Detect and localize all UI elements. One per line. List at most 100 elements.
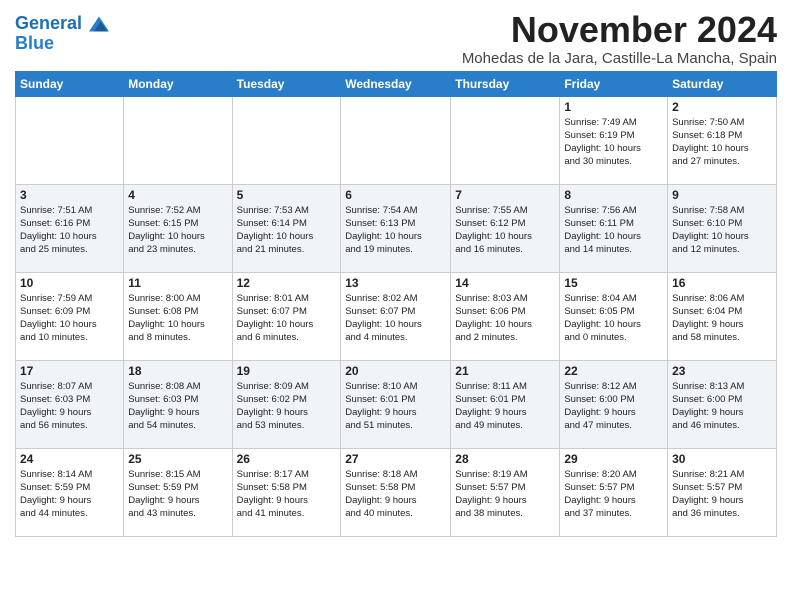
day-info: Sunrise: 7:58 AM Sunset: 6:10 PM Dayligh… bbox=[672, 204, 772, 257]
calendar-cell: 28 Sunrise: 8:19 AM Sunset: 5:57 PM Dayli… bbox=[451, 448, 560, 536]
day-info: Sunrise: 8:21 AM Sunset: 5:57 PM Dayligh… bbox=[672, 468, 772, 521]
calendar-table: SundayMondayTuesdayWednesdayThursdayFrid… bbox=[15, 71, 777, 537]
day-info: Sunrise: 8:04 AM Sunset: 6:05 PM Dayligh… bbox=[564, 292, 663, 345]
calendar-cell bbox=[124, 96, 232, 184]
day-number: 7 bbox=[455, 188, 555, 202]
logo-blue-text: Blue bbox=[15, 34, 109, 54]
calendar-cell bbox=[232, 96, 341, 184]
calendar-cell: 25 Sunrise: 8:15 AM Sunset: 5:59 PM Dayli… bbox=[124, 448, 232, 536]
day-number: 5 bbox=[237, 188, 337, 202]
page-header: General Blue November 2024 Mohedas de la… bbox=[15, 10, 777, 67]
calendar-cell: 26 Sunrise: 8:17 AM Sunset: 5:58 PM Dayli… bbox=[232, 448, 341, 536]
day-info: Sunrise: 8:03 AM Sunset: 6:06 PM Dayligh… bbox=[455, 292, 555, 345]
day-info: Sunrise: 7:56 AM Sunset: 6:11 PM Dayligh… bbox=[564, 204, 663, 257]
week-row-5: 24 Sunrise: 8:14 AM Sunset: 5:59 PM Dayli… bbox=[16, 448, 777, 536]
calendar-cell: 27 Sunrise: 8:18 AM Sunset: 5:58 PM Dayli… bbox=[341, 448, 451, 536]
calendar-cell: 19 Sunrise: 8:09 AM Sunset: 6:02 PM Dayli… bbox=[232, 360, 341, 448]
calendar-cell: 17 Sunrise: 8:07 AM Sunset: 6:03 PM Dayli… bbox=[16, 360, 124, 448]
day-number: 25 bbox=[128, 452, 227, 466]
day-info: Sunrise: 7:54 AM Sunset: 6:13 PM Dayligh… bbox=[345, 204, 446, 257]
day-number: 26 bbox=[237, 452, 337, 466]
week-row-3: 10 Sunrise: 7:59 AM Sunset: 6:09 PM Dayli… bbox=[16, 272, 777, 360]
day-info: Sunrise: 8:19 AM Sunset: 5:57 PM Dayligh… bbox=[455, 468, 555, 521]
day-info: Sunrise: 8:15 AM Sunset: 5:59 PM Dayligh… bbox=[128, 468, 227, 521]
calendar-cell bbox=[16, 96, 124, 184]
day-info: Sunrise: 8:01 AM Sunset: 6:07 PM Dayligh… bbox=[237, 292, 337, 345]
day-info: Sunrise: 8:00 AM Sunset: 6:08 PM Dayligh… bbox=[128, 292, 227, 345]
day-info: Sunrise: 8:18 AM Sunset: 5:58 PM Dayligh… bbox=[345, 468, 446, 521]
logo: General Blue bbox=[15, 14, 109, 54]
weekday-header-friday: Friday bbox=[560, 71, 668, 96]
day-number: 12 bbox=[237, 276, 337, 290]
weekday-header-wednesday: Wednesday bbox=[341, 71, 451, 96]
calendar-cell bbox=[451, 96, 560, 184]
day-info: Sunrise: 8:09 AM Sunset: 6:02 PM Dayligh… bbox=[237, 380, 337, 433]
day-info: Sunrise: 8:11 AM Sunset: 6:01 PM Dayligh… bbox=[455, 380, 555, 433]
day-number: 19 bbox=[237, 364, 337, 378]
day-info: Sunrise: 7:53 AM Sunset: 6:14 PM Dayligh… bbox=[237, 204, 337, 257]
day-number: 4 bbox=[128, 188, 227, 202]
calendar-cell: 16 Sunrise: 8:06 AM Sunset: 6:04 PM Dayli… bbox=[668, 272, 777, 360]
calendar-cell: 12 Sunrise: 8:01 AM Sunset: 6:07 PM Dayli… bbox=[232, 272, 341, 360]
calendar-cell: 1 Sunrise: 7:49 AM Sunset: 6:19 PM Daylig… bbox=[560, 96, 668, 184]
calendar-cell: 11Sunrise: 8:00 AM Sunset: 6:08 PM Dayli… bbox=[124, 272, 232, 360]
day-info: Sunrise: 7:52 AM Sunset: 6:15 PM Dayligh… bbox=[128, 204, 227, 257]
weekday-header-monday: Monday bbox=[124, 71, 232, 96]
day-info: Sunrise: 7:50 AM Sunset: 6:18 PM Dayligh… bbox=[672, 116, 772, 169]
calendar-cell: 10 Sunrise: 7:59 AM Sunset: 6:09 PM Dayli… bbox=[16, 272, 124, 360]
calendar-cell: 8 Sunrise: 7:56 AM Sunset: 6:11 PM Daylig… bbox=[560, 184, 668, 272]
day-number: 13 bbox=[345, 276, 446, 290]
calendar-cell: 30 Sunrise: 8:21 AM Sunset: 5:57 PM Dayli… bbox=[668, 448, 777, 536]
day-number: 17 bbox=[20, 364, 119, 378]
day-number: 14 bbox=[455, 276, 555, 290]
day-info: Sunrise: 7:59 AM Sunset: 6:09 PM Dayligh… bbox=[20, 292, 119, 345]
week-row-1: 1 Sunrise: 7:49 AM Sunset: 6:19 PM Daylig… bbox=[16, 96, 777, 184]
calendar-cell: 29 Sunrise: 8:20 AM Sunset: 5:57 PM Dayli… bbox=[560, 448, 668, 536]
day-number: 29 bbox=[564, 452, 663, 466]
day-info: Sunrise: 8:20 AM Sunset: 5:57 PM Dayligh… bbox=[564, 468, 663, 521]
day-number: 15 bbox=[564, 276, 663, 290]
day-info: Sunrise: 8:06 AM Sunset: 6:04 PM Dayligh… bbox=[672, 292, 772, 345]
calendar-cell: 3 Sunrise: 7:51 AM Sunset: 6:16 PM Daylig… bbox=[16, 184, 124, 272]
calendar-cell: 13 Sunrise: 8:02 AM Sunset: 6:07 PM Dayli… bbox=[341, 272, 451, 360]
title-section: November 2024 Mohedas de la Jara, Castil… bbox=[462, 10, 777, 67]
day-number: 1 bbox=[564, 100, 663, 114]
calendar-cell bbox=[341, 96, 451, 184]
calendar-cell: 6 Sunrise: 7:54 AM Sunset: 6:13 PM Daylig… bbox=[341, 184, 451, 272]
week-row-4: 17 Sunrise: 8:07 AM Sunset: 6:03 PM Dayli… bbox=[16, 360, 777, 448]
day-number: 30 bbox=[672, 452, 772, 466]
day-info: Sunrise: 8:14 AM Sunset: 5:59 PM Dayligh… bbox=[20, 468, 119, 521]
calendar-cell: 24 Sunrise: 8:14 AM Sunset: 5:59 PM Dayli… bbox=[16, 448, 124, 536]
day-number: 28 bbox=[455, 452, 555, 466]
weekday-header-saturday: Saturday bbox=[668, 71, 777, 96]
weekday-header-sunday: Sunday bbox=[16, 71, 124, 96]
month-title: November 2024 bbox=[462, 10, 777, 50]
day-info: Sunrise: 8:13 AM Sunset: 6:00 PM Dayligh… bbox=[672, 380, 772, 433]
day-number: 24 bbox=[20, 452, 119, 466]
weekday-header-thursday: Thursday bbox=[451, 71, 560, 96]
day-number: 20 bbox=[345, 364, 446, 378]
day-info: Sunrise: 7:49 AM Sunset: 6:19 PM Dayligh… bbox=[564, 116, 663, 169]
day-number: 27 bbox=[345, 452, 446, 466]
day-number: 22 bbox=[564, 364, 663, 378]
calendar-cell: 21 Sunrise: 8:11 AM Sunset: 6:01 PM Dayli… bbox=[451, 360, 560, 448]
day-number: 16 bbox=[672, 276, 772, 290]
day-info: Sunrise: 8:07 AM Sunset: 6:03 PM Dayligh… bbox=[20, 380, 119, 433]
day-info: Sunrise: 8:02 AM Sunset: 6:07 PM Dayligh… bbox=[345, 292, 446, 345]
calendar-cell: 5 Sunrise: 7:53 AM Sunset: 6:14 PM Daylig… bbox=[232, 184, 341, 272]
day-info: Sunrise: 8:17 AM Sunset: 5:58 PM Dayligh… bbox=[237, 468, 337, 521]
calendar-cell: 7Sunrise: 7:55 AM Sunset: 6:12 PM Daylig… bbox=[451, 184, 560, 272]
day-number: 23 bbox=[672, 364, 772, 378]
day-number: 8 bbox=[564, 188, 663, 202]
day-number: 21 bbox=[455, 364, 555, 378]
location-title: Mohedas de la Jara, Castille-La Mancha, … bbox=[462, 50, 777, 67]
day-number: 6 bbox=[345, 188, 446, 202]
day-info: Sunrise: 8:12 AM Sunset: 6:00 PM Dayligh… bbox=[564, 380, 663, 433]
day-number: 10 bbox=[20, 276, 119, 290]
day-number: 3 bbox=[20, 188, 119, 202]
calendar-cell: 14 Sunrise: 8:03 AM Sunset: 6:06 PM Dayli… bbox=[451, 272, 560, 360]
calendar-cell: 23 Sunrise: 8:13 AM Sunset: 6:00 PM Dayli… bbox=[668, 360, 777, 448]
day-info: Sunrise: 8:08 AM Sunset: 6:03 PM Dayligh… bbox=[128, 380, 227, 433]
day-info: Sunrise: 7:51 AM Sunset: 6:16 PM Dayligh… bbox=[20, 204, 119, 257]
calendar-cell: 15 Sunrise: 8:04 AM Sunset: 6:05 PM Dayli… bbox=[560, 272, 668, 360]
